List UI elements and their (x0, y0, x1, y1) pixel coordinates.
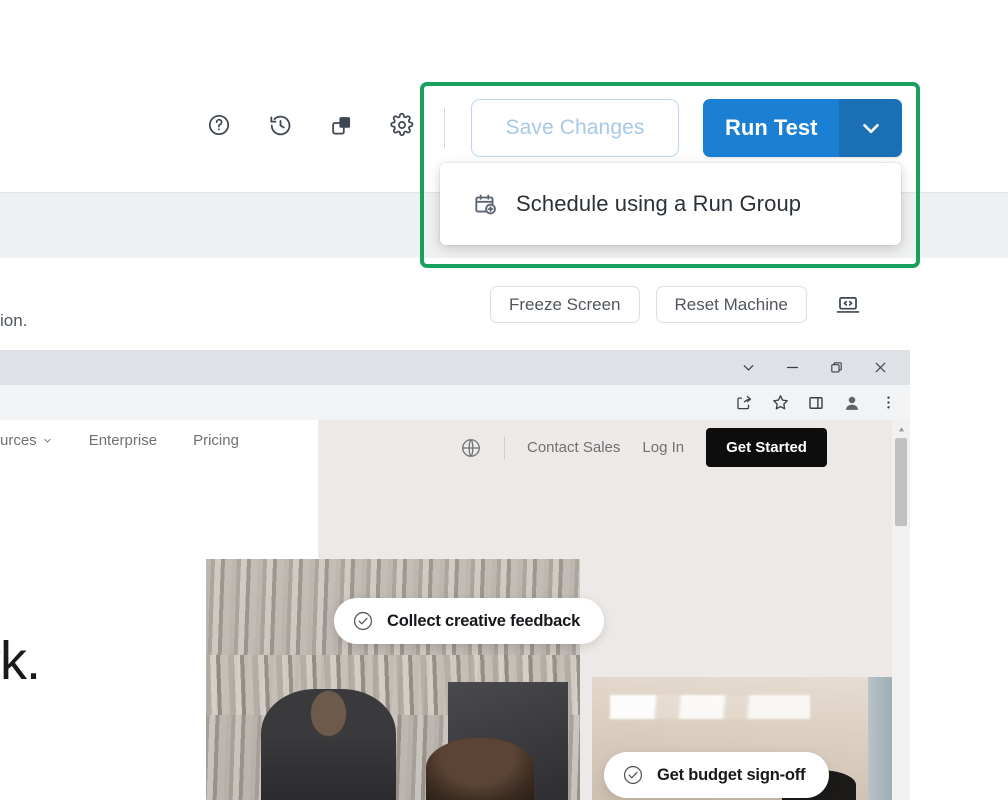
nav-item-enterprise-label: Enterprise (88, 432, 158, 449)
toolbar-divider (444, 108, 445, 148)
page-scrollbar[interactable] (892, 420, 910, 800)
scrollbar-thumb[interactable] (895, 438, 907, 526)
browser-toolbar (0, 385, 910, 420)
restore-icon[interactable] (814, 350, 858, 385)
check-circle-icon (622, 764, 644, 786)
right-gutter (910, 350, 1008, 800)
photo-person-foreground (426, 738, 534, 800)
feature-pill-label: Collect creative feedback (387, 611, 581, 630)
run-test-button[interactable]: Run Test (703, 99, 840, 157)
reset-machine-button[interactable]: Reset Machine (655, 286, 807, 323)
menu-item-schedule-run-group[interactable]: Schedule using a Run Group (440, 163, 901, 245)
toolbar-icon-group (206, 112, 415, 138)
menu-item-label: Schedule using a Run Group (516, 191, 802, 216)
contact-sales-link[interactable]: Contact Sales (527, 439, 620, 456)
clipped-description-text: ion. (0, 311, 28, 330)
scrollbar-up-arrow-icon[interactable] (892, 420, 910, 438)
check-circle-icon (352, 610, 374, 632)
share-icon[interactable] (728, 388, 760, 418)
browser-titlebar (0, 350, 910, 385)
minimize-icon[interactable] (770, 350, 814, 385)
feature-pill-label: Get budget sign-off (657, 765, 806, 784)
bookmark-star-icon[interactable] (764, 388, 796, 418)
chevron-down-icon (863, 123, 879, 134)
right-gutter-top (910, 258, 1008, 350)
nav-links-left: urces Enterprise Pricing (0, 432, 239, 449)
duplicate-icon[interactable] (328, 112, 354, 138)
run-test-dropdown-menu: Schedule using a Run Group (440, 163, 901, 245)
nav-item-resources[interactable]: urces (0, 432, 53, 449)
laptop-code-icon[interactable] (835, 292, 861, 318)
screenshot-root: ion. Freeze Screen Reset Machine urces E… (0, 0, 1008, 800)
calendar-plus-icon (472, 191, 498, 217)
site-navbar: urces Enterprise Pricing Contact Sales L… (0, 420, 892, 472)
nav-item-enterprise[interactable]: Enterprise (89, 432, 157, 449)
nav-divider (504, 436, 505, 459)
feature-pill-collect-feedback: Collect creative feedback (334, 598, 605, 644)
hero-photo-studio (206, 559, 580, 800)
help-icon[interactable] (206, 112, 232, 138)
machine-controls: Freeze Screen Reset Machine (490, 286, 861, 323)
kebab-menu-icon[interactable] (872, 388, 904, 418)
primary-action-cluster: Save Changes Run Test (471, 99, 903, 157)
profile-avatar-icon[interactable] (836, 388, 868, 418)
hero-heading: ork. (0, 631, 41, 691)
get-started-button[interactable]: Get Started (706, 428, 827, 467)
nav-item-pricing[interactable]: Pricing (193, 432, 239, 449)
run-test-dropdown-toggle[interactable] (839, 99, 903, 157)
nav-item-resources-label: urces (0, 432, 37, 449)
chevron-down-icon (43, 438, 51, 443)
globe-icon[interactable] (460, 437, 482, 459)
feature-pill-budget-signoff: Get budget sign-off (604, 752, 830, 798)
nav-links-right: Contact Sales Log In Get Started (460, 428, 827, 467)
history-icon[interactable] (267, 112, 293, 138)
side-panel-icon[interactable] (800, 388, 832, 418)
save-changes-button[interactable]: Save Changes (471, 99, 679, 157)
close-icon[interactable] (858, 350, 902, 385)
freeze-screen-button[interactable]: Freeze Screen (490, 286, 640, 323)
settings-gear-icon[interactable] (389, 112, 415, 138)
run-test-split-button: Run Test (703, 99, 903, 157)
chevron-down-icon[interactable] (726, 350, 770, 385)
login-link[interactable]: Log In (642, 439, 684, 456)
nav-item-pricing-label: Pricing (193, 432, 239, 449)
